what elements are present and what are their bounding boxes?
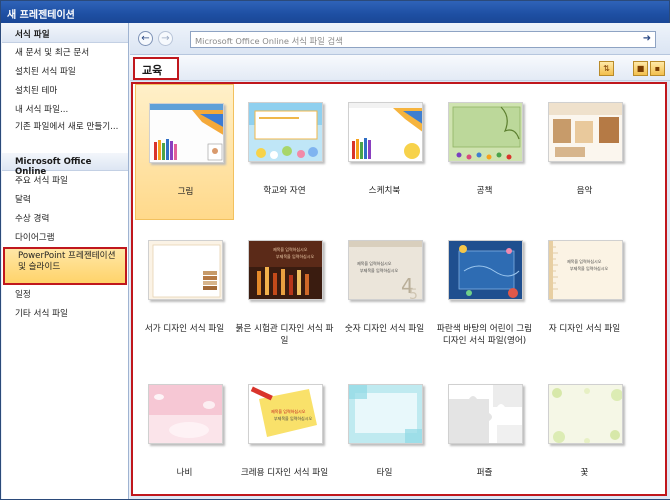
- thumbnail-tile: [348, 384, 423, 444]
- thumbnail-flower: [548, 384, 623, 444]
- template-tile-sketchbook[interactable]: 스케치북: [335, 84, 434, 220]
- large-icons-icon[interactable]: ■: [633, 61, 648, 76]
- template-label: 그림: [177, 187, 194, 197]
- template-tile-picture[interactable]: 그림: [135, 84, 234, 220]
- sidebar-item-powerpoint-slides[interactable]: PowerPoint 프레젠테이션 및 슬라이드: [3, 247, 127, 285]
- thumbnail-sketchbook: [348, 102, 423, 162]
- template-label: 스케치북: [368, 186, 401, 196]
- search-input[interactable]: Microsoft Office Online 서식 파일 검색 ➜: [190, 31, 656, 48]
- search-placeholder: Microsoft Office Online 서식 파일 검색: [195, 36, 343, 46]
- thumb-slide-subtitle: 부제목을 입력하십시오: [274, 416, 313, 421]
- sidebar-header-office-online: Microsoft Office Online: [2, 153, 128, 177]
- thumbnail-music: [548, 102, 623, 162]
- search-toolbar: ← → Microsoft Office Online 서식 파일 검색 ➜: [130, 23, 670, 55]
- template-tile-bookshelf[interactable]: 서가 디자인 서식 파일: [135, 222, 234, 364]
- small-icons-icon[interactable]: ▪: [650, 61, 665, 76]
- sidebar-item-featured[interactable]: 주요 서식 파일: [2, 171, 128, 190]
- forward-arrow-icon[interactable]: →: [158, 31, 173, 46]
- template-tile-puzzle[interactable]: 퍼즐: [435, 366, 534, 494]
- template-label: 학교와 자연: [263, 186, 306, 196]
- back-arrow-icon[interactable]: ←: [138, 31, 153, 46]
- template-label: 크레용 디자인 서식 파일: [240, 468, 329, 478]
- sidebar-item-new-from-existing[interactable]: 기존 파일에서 새로 만들기...: [2, 119, 128, 153]
- sidebar-item-new-recent[interactable]: 새 문서 및 최근 문서: [2, 43, 128, 62]
- template-label: 숫자 디자인 서식 파일: [344, 324, 425, 334]
- thumbnail-numbers: 4 5 제목을 입력하십시오 부제목을 입력하십시오: [348, 240, 423, 300]
- thumbnail-school-nature: [248, 102, 323, 162]
- thumbnail-puzzle: [448, 384, 523, 444]
- window-title: 새 프레젠테이션: [1, 1, 669, 23]
- template-tile-flower[interactable]: 꽃: [535, 366, 634, 494]
- template-tile-notebook[interactable]: 공책: [435, 84, 534, 220]
- thumbnail-blue-kids: [448, 240, 523, 300]
- sidebar-item-my-templates[interactable]: 내 서식 파일...: [2, 100, 128, 119]
- template-main-pane: ← → Microsoft Office Online 서식 파일 검색 ➜ 교…: [130, 23, 670, 499]
- template-label: 붉은 시험관 디자인 서식 파일: [235, 324, 334, 346]
- template-label: 음악: [576, 186, 593, 196]
- sort-icon[interactable]: ⇅: [599, 61, 614, 76]
- sidebar-item-calendars[interactable]: 달력: [2, 190, 128, 209]
- thumb-slide-subtitle: 부제목을 입력하십시오: [360, 268, 399, 273]
- template-tile-tile[interactable]: 타일: [335, 366, 434, 494]
- sidebar-item-installed-templates[interactable]: 설치된 서식 파일: [2, 62, 128, 81]
- thumbnail-ruler: 제목을 입력하십시오 부제목을 입력하십시오: [548, 240, 623, 300]
- go-arrow-icon[interactable]: ➜: [641, 33, 653, 46]
- thumbnail-picture: [149, 103, 224, 163]
- template-label: 자 디자인 서식 파일: [548, 324, 621, 334]
- template-label: 타일: [376, 468, 393, 478]
- thumb-slide-title: 제목을 입력하십시오: [567, 259, 602, 264]
- thumb-slide-title: 제목을 입력하십시오: [357, 261, 392, 266]
- template-label: 서가 디자인 서식 파일: [144, 324, 225, 334]
- sidebar-header-templates: 서식 파일: [2, 23, 128, 43]
- sidebar-item-diagrams[interactable]: 다이어그램: [2, 228, 128, 247]
- thumb-slide-title: 제목을 입력하십시오: [271, 409, 306, 414]
- svg-text:5: 5: [409, 287, 418, 300]
- template-label: 나비: [176, 468, 193, 478]
- template-label: 파란색 바탕의 어린이 그림 디자인 서식 파일(영어): [436, 324, 533, 346]
- category-title: 교육: [133, 57, 179, 80]
- template-tile-crayon[interactable]: 제목을 입력하십시오 부제목을 입력하십시오 크레용 디자인 서식 파일: [235, 366, 334, 494]
- template-tile-ruler[interactable]: 제목을 입력하십시오 부제목을 입력하십시오 자 디자인 서식 파일: [535, 222, 634, 364]
- thumb-slide-subtitle: 부제목을 입력하십시오: [570, 266, 609, 271]
- template-sidebar: 서식 파일 새 문서 및 최근 문서 설치된 서식 파일 설치된 테마 내 서식…: [2, 23, 129, 499]
- thumbnail-bookshelf: [148, 240, 223, 300]
- sidebar-item-installed-themes[interactable]: 설치된 테마: [2, 81, 128, 100]
- thumbnail-crayon: 제목을 입력하십시오 부제목을 입력하십시오: [248, 384, 323, 444]
- thumb-slide-subtitle: 부제목을 입력하십시오: [276, 254, 315, 259]
- template-tile-school-nature[interactable]: 학교와 자연: [235, 84, 334, 220]
- thumb-slide-title: 제목을 입력하십시오: [273, 247, 308, 252]
- sidebar-item-more-templates[interactable]: 기타 서식 파일: [2, 304, 128, 323]
- category-bar: 교육 ⇅ ■ ▪: [130, 55, 670, 81]
- template-tile-music[interactable]: 음악: [535, 84, 634, 220]
- template-label: 공책: [476, 186, 493, 196]
- template-tile-red-test-tubes[interactable]: 제목을 입력하십시오 부제목을 입력하십시오 붉은 시험관 디자인 서식 파일: [235, 222, 334, 364]
- thumbnail-butterfly: [148, 384, 223, 444]
- thumbnail-notebook: [448, 102, 523, 162]
- template-tile-numbers[interactable]: 4 5 제목을 입력하십시오 부제목을 입력하십시오 숫자 디자인 서식 파일: [335, 222, 434, 364]
- template-label: 꽃: [580, 468, 589, 478]
- template-tile-blue-kids[interactable]: 파란색 바탕의 어린이 그림 디자인 서식 파일(영어): [435, 222, 534, 364]
- template-label: 퍼즐: [476, 468, 493, 478]
- new-presentation-dialog: 새 프레젠테이션 서식 파일 새 문서 및 최근 문서 설치된 서식 파일 설치…: [0, 0, 670, 500]
- sidebar-item-awards[interactable]: 수상 경력: [2, 209, 128, 228]
- template-tile-butterfly[interactable]: 나비: [135, 366, 234, 494]
- thumbnail-red-test-tubes: 제목을 입력하십시오 부제목을 입력하십시오: [248, 240, 323, 300]
- sidebar-item-schedules[interactable]: 일정: [2, 285, 128, 304]
- template-gallery: 그림 학교와 자연 스케치북 공책 음악 서가 디자인 서식 파일 제목을 입력…: [131, 82, 667, 496]
